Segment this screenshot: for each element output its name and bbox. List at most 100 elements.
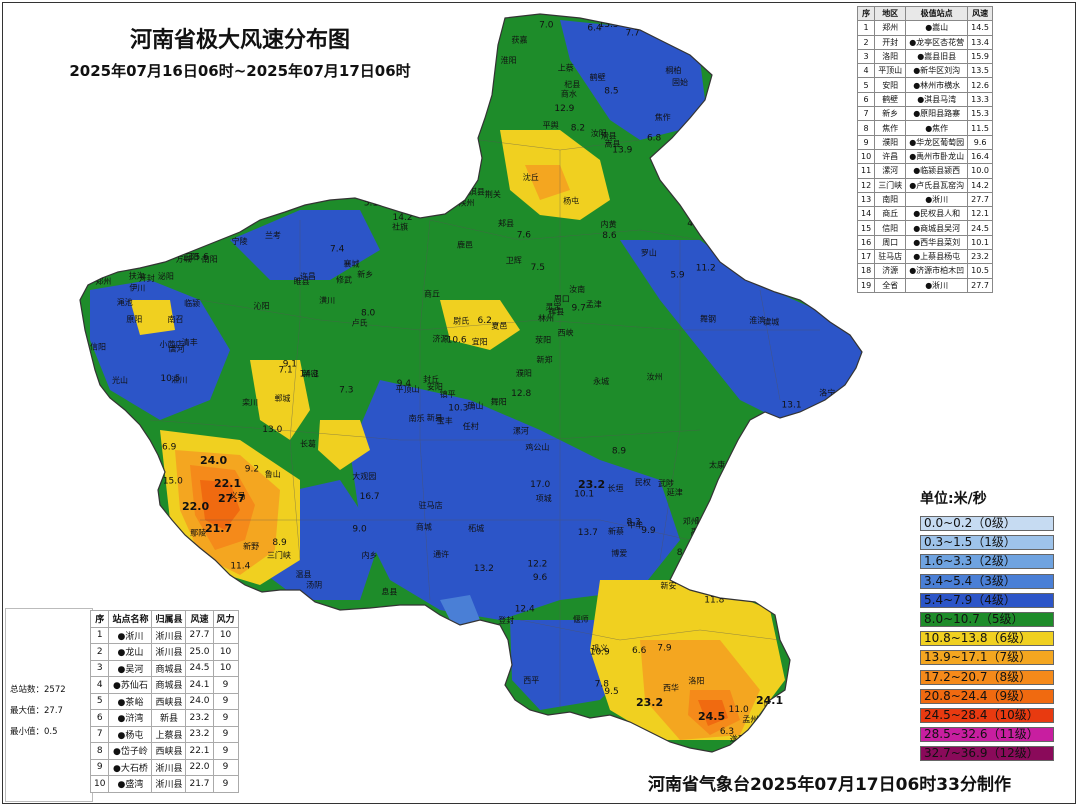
county-name-label: 南乐: [409, 413, 425, 423]
table-cell: ●嵩县旧县: [905, 48, 969, 65]
county-name-label: 温县: [295, 570, 311, 579]
city-table-body: 1 郑州 ●嵩山 14.5 2 开封 ●龙亭区杏花营 13.4 3 洛阳 ●嵩县旧县 15.9 4 平顶山…: [856, 20, 993, 293]
table-cell: 13.3: [967, 91, 993, 108]
county-name-label: 周口: [554, 295, 570, 304]
county-name-label: 大观园: [352, 471, 376, 481]
legend-swatch: 5.4~7.9（4级）: [920, 592, 1054, 608]
county-name-label: 偃师: [573, 614, 589, 624]
station-table-body: 1 ●淅川 淅川县 27.7 10 2 ●龙山 淅川县 25.0 10 3 ●吴河 商城县 24.5 10 4…: [89, 626, 239, 793]
station-value-label: 12.8: [511, 389, 531, 399]
station-value-label: 9.0: [352, 525, 367, 535]
table-cell: 10.0: [967, 163, 993, 179]
county-name-label: 孟津: [586, 299, 602, 309]
table-cell: 22.0: [185, 758, 214, 776]
station-value-label: 9.4: [397, 379, 412, 389]
table-cell: 8: [856, 120, 876, 136]
county-name-label: 襄城: [344, 259, 360, 269]
county-name-label: 泌阳: [158, 271, 174, 281]
table-cell: ●龙山: [108, 643, 153, 661]
station-value-label: 7.3: [339, 385, 353, 395]
county-name-label: 荆关: [485, 189, 501, 199]
legend-item: 28.5~32.6（11级）: [920, 725, 1054, 744]
county-name-label: 夏邑: [491, 322, 507, 331]
table-row: 2 开封 ●龙亭区杏花营 13.4: [856, 34, 993, 50]
county-name-label: 武陟: [658, 478, 674, 488]
county-name-label: 封丘: [423, 374, 439, 384]
county-name-label: 沈丘: [523, 172, 539, 182]
table-cell: ●淅川: [108, 626, 153, 644]
station-table-header: 风力: [212, 610, 239, 628]
table-cell: 鹤壁: [874, 91, 907, 108]
county-name-label: 永城: [593, 376, 609, 386]
max-label-xichuan: 27.7: [218, 492, 245, 505]
county-name-label: 西峡: [558, 328, 574, 338]
table-cell: 2: [856, 34, 876, 50]
table-cell: 9: [856, 134, 876, 150]
legend-item: 13.9~17.1（7级）: [920, 648, 1054, 667]
table-cell: 23.2: [185, 709, 214, 727]
table-cell: 1: [856, 20, 876, 36]
table-cell: 27.7: [185, 626, 214, 644]
county-name-label: 确山: [467, 400, 483, 410]
table-cell: 三门峡: [874, 177, 907, 193]
table-cell: ●临颍县颍西: [905, 163, 969, 179]
table-cell: 27.7: [967, 191, 993, 208]
legend-title: 单位:米/秒: [920, 491, 987, 507]
table-cell: 7: [89, 725, 110, 743]
station-value-label: 7.6: [517, 231, 532, 241]
table-row: 4 平顶山 ●新华区刘沟 13.5: [856, 63, 993, 79]
county-name-label: 杞县: [564, 79, 580, 89]
county-name-label: 驻马店: [419, 500, 443, 510]
county-name-label: 商水: [561, 89, 577, 99]
legend-item: 32.7~36.9（12级）: [920, 744, 1054, 763]
county-name-label: 鹤壁: [590, 72, 606, 82]
table-cell: 12.1: [967, 206, 993, 222]
county-name-label: 西平: [523, 676, 539, 685]
county-name-label: 鸡公山: [525, 442, 549, 452]
table-cell: 淅川县: [151, 643, 187, 661]
county-name-label: 平舆: [543, 120, 559, 130]
county-name-label: 宜阳: [472, 337, 488, 347]
table-cell: ●西华县菜刘: [905, 234, 969, 251]
table-cell: ●杨屯: [108, 725, 153, 743]
table-cell: ●岱子岭: [108, 742, 153, 760]
county-name-label: 汤阴: [306, 581, 322, 590]
station-value-label: 8.5: [604, 87, 618, 97]
station-value-label: 11.4: [230, 561, 250, 571]
table-cell: 10.5: [967, 263, 993, 279]
table-cell: 1: [89, 626, 110, 644]
station-value-label: 6.3: [720, 727, 734, 737]
table-cell: ●淅川: [905, 191, 969, 208]
table-cell: 平顶山: [874, 63, 907, 79]
table-cell: ●济源市柏木凹: [905, 263, 969, 279]
station-value-label: 12.9: [554, 104, 574, 114]
county-name-label: 孟州: [742, 714, 758, 724]
station-value-label: 15.0: [163, 477, 183, 487]
station-value-label: 8.9: [272, 538, 287, 548]
table-row: 19 全省 ●淅川 27.7: [856, 277, 993, 293]
county-name-label: 商城: [416, 522, 432, 532]
table-cell: 周口: [874, 234, 907, 251]
table-cell: ●盛湾: [108, 775, 153, 793]
station-value-label: 6.6: [632, 646, 647, 656]
table-cell: 12.6: [967, 77, 993, 93]
table-cell: ●华龙区葡萄园: [905, 134, 969, 150]
table-cell: 9: [212, 709, 239, 727]
station-value-label: 15.6: [189, 252, 209, 262]
station-value-label: 11.8: [704, 595, 724, 605]
table-cell: 新县: [151, 709, 187, 727]
table-cell: 14.5: [967, 20, 993, 36]
county-name-label: 虞城: [763, 316, 779, 326]
county-name-label: 杨屯: [563, 196, 579, 206]
table-cell: 21.7: [185, 775, 214, 793]
station-value-label: 17.0: [530, 480, 550, 490]
table-row: 1 郑州 ●嵩山 14.5: [856, 20, 993, 36]
table-row: 2 ●龙山 淅川县 25.0 10: [89, 643, 239, 661]
table-cell: 6: [89, 709, 110, 727]
table-row: 5 安阳 ●林州市横水 12.6: [856, 77, 993, 93]
station-value-label: 10.9: [590, 647, 610, 657]
county-name-label: 荥阳: [535, 335, 551, 345]
table-cell: ●淇县马湾: [905, 91, 969, 108]
table-row: 3 ●吴河 商城县 24.5 10: [89, 659, 239, 677]
station-value-label: 13.9: [612, 145, 632, 155]
